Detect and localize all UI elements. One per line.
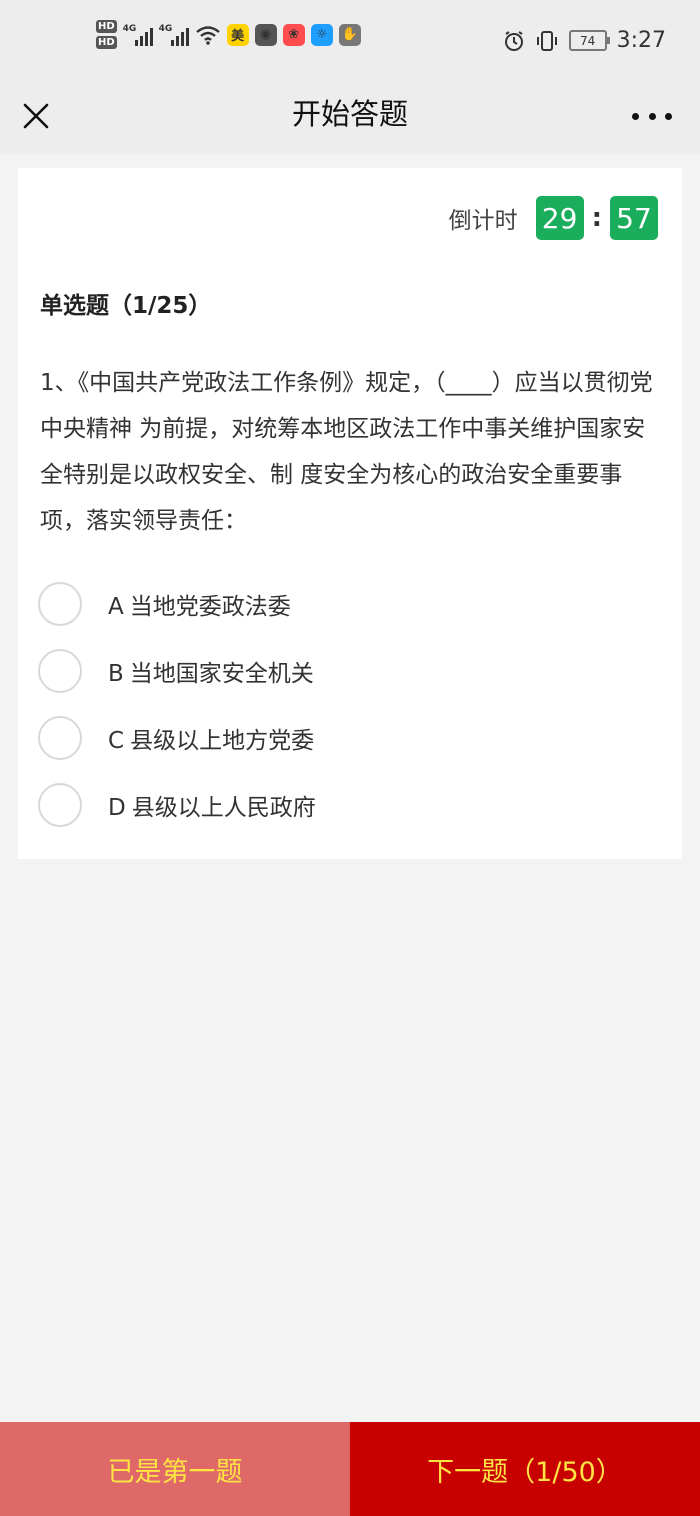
option-text: 当地国家安全机关 [129, 660, 314, 687]
option-b[interactable]: B 当地国家安全机关 [38, 637, 316, 704]
clock: 3:27 [616, 28, 666, 53]
status-right: 74 3:27 [503, 28, 666, 53]
option-letter: A [108, 593, 124, 620]
question-type: 单选题（1/25） [40, 293, 212, 319]
timer-seconds: 57 [610, 196, 658, 240]
status-bar: HD HD 4G 4G 美 ◉ ❀ ☼ ✋ 74 3:27 [0, 0, 700, 86]
more-dot [632, 112, 639, 120]
option-label[interactable]: D 县级以上人民政府 [108, 788, 316, 822]
more-button[interactable] [632, 106, 672, 126]
nav-bar: 开始答题 [0, 86, 700, 154]
next-question-button[interactable]: 下一题（1/50） [350, 1422, 700, 1516]
app-red-icon: ❀ [282, 23, 305, 46]
radio-button[interactable] [38, 581, 82, 626]
option-label[interactable]: C 县级以上地方党委 [108, 721, 314, 755]
option-letter: B [108, 660, 124, 687]
meituan-icon: 美 [226, 23, 249, 46]
more-dot [648, 112, 656, 120]
signal-2-icon: 4G [159, 24, 189, 46]
option-text: 县级以上地方党委 [130, 727, 315, 754]
option-d[interactable]: D 县级以上人民政府 [38, 771, 316, 838]
option-a[interactable]: A 当地党委政法委 [38, 570, 316, 637]
timer-label: 倒计时 [448, 208, 518, 234]
hd1-badge: HD [96, 20, 117, 33]
wifi-icon [195, 25, 220, 45]
hand-icon: ✋ [338, 23, 361, 46]
hd-indicator: HD HD [96, 20, 117, 49]
camera-icon: ◉ [254, 23, 277, 46]
option-label[interactable]: A 当地党委政法委 [108, 587, 291, 621]
prev-question-button[interactable]: 已是第一题 [0, 1422, 350, 1516]
radio-button[interactable] [38, 648, 82, 693]
network-1-label: 4G [122, 23, 137, 34]
page-title: 开始答题 [291, 97, 408, 131]
radio-button[interactable] [38, 715, 82, 760]
option-label[interactable]: B 当地国家安全机关 [108, 654, 314, 688]
option-c[interactable]: C 县级以上地方党委 [38, 704, 316, 771]
option-letter: C [108, 727, 125, 754]
vibrate-icon [536, 30, 557, 51]
timer-separator: : [591, 203, 602, 233]
battery-level: 74 [579, 33, 596, 48]
option-letter: D [108, 794, 126, 821]
network-2-label: 4G [158, 23, 173, 34]
battery-icon: 74 [568, 30, 610, 51]
countdown-timer: 倒计时 29 : 57 [449, 196, 658, 240]
signal-1-icon: 4G [123, 24, 153, 46]
alarm-icon [504, 30, 523, 51]
question-text: 1、《中国共产党政法工作条例》规定，（____）应当以贯彻党中央精神 为前提，对… [40, 370, 653, 534]
option-text: 县级以上人民政府 [131, 794, 316, 821]
bottom-bar: 已是第一题 下一题（1/50） [0, 1422, 700, 1516]
hd2-badge: HD [96, 36, 117, 49]
question-card: 倒计时 29 : 57 单选题（1/25） 1、《中国共产党政法工作条例》规定，… [18, 168, 682, 859]
more-dot [665, 112, 672, 120]
options-list: A 当地党委政法委 B 当地国家安全机关 C 县级以上地方党委 D 县级以上人民政府 [38, 570, 316, 838]
notification-icons: 美 ◉ ❀ ☼ ✋ [226, 23, 361, 46]
status-left: HD HD 4G 4G 美 ◉ ❀ ☼ ✋ [96, 20, 361, 49]
timer-minutes: 29 [535, 196, 584, 240]
lightbulb-icon: ☼ [310, 23, 333, 46]
option-text: 当地党委政法委 [129, 593, 291, 620]
radio-button[interactable] [38, 782, 82, 827]
